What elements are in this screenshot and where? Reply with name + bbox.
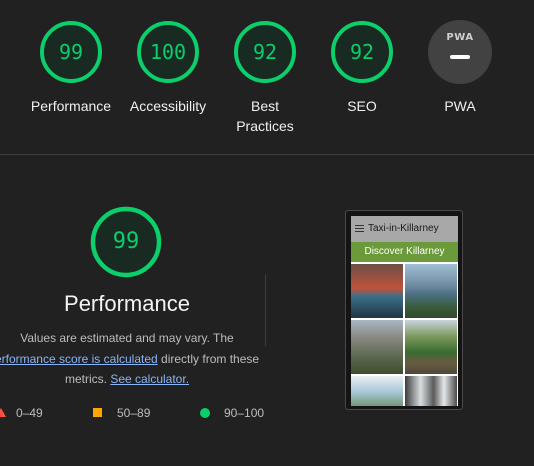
circle-icon — [200, 408, 210, 418]
pwa-dash — [450, 55, 470, 59]
legend-range: 0–49 — [16, 406, 43, 420]
final-screenshot[interactable]: Taxi-in-Killarney Discover Killarney — [345, 210, 463, 410]
gauge-label-line1: Best — [250, 98, 279, 114]
photo-tile — [351, 320, 403, 374]
section-divider — [0, 154, 534, 155]
legend-range: 90–100 — [224, 406, 265, 420]
lighthouse-report: 99 Performance 100 Accessibility 92 Best… — [0, 0, 534, 466]
performance-description: Values are estimated and may vary. The e… — [0, 328, 266, 390]
description-text: directly from these — [157, 351, 260, 366]
site-header: Taxi-in-Killarney — [351, 216, 458, 242]
photo-tile — [405, 376, 457, 406]
triangle-icon — [0, 408, 6, 417]
gauge-label: PWA — [444, 98, 476, 114]
photo-tile — [405, 320, 457, 374]
gauge-label: SEO — [347, 98, 377, 114]
score-value: 100 — [149, 40, 187, 64]
score-ring: 92 — [330, 20, 394, 84]
score-ring: 92 — [233, 20, 297, 84]
site-title: Taxi-in-Killarney — [368, 223, 439, 234]
pwa-badge-icon: PWA — [428, 20, 492, 84]
score-value: 92 — [252, 40, 278, 64]
description-text: metrics. — [64, 372, 111, 386]
photo-tile — [351, 376, 403, 406]
description-line: erformance score is calculated directly … — [0, 349, 266, 370]
performance-title: Performance — [64, 291, 190, 316]
gauge-label: Performance — [30, 98, 112, 114]
legend-range: 50–89 — [117, 406, 151, 420]
performance-score-gauge: 99 — [90, 206, 162, 278]
score-calculation-link[interactable]: erformance score is calculated — [0, 352, 158, 366]
see-calculator-link[interactable]: See calculator. — [110, 372, 189, 386]
menu-icon — [355, 225, 364, 234]
score-ring: 99 — [39, 20, 103, 84]
photo-tile — [351, 264, 403, 318]
description-line: metrics. See calculator. — [0, 369, 266, 390]
pwa-badge-text: PWA — [446, 32, 474, 43]
gauge-label: Accessibility — [129, 98, 207, 114]
score-ring: 100 — [136, 20, 200, 84]
score-value: 99 — [58, 40, 84, 64]
square-icon — [93, 408, 102, 417]
gauge-label-line2: Practices — [236, 118, 294, 134]
vertical-divider — [265, 274, 266, 346]
phone-screen: Taxi-in-Killarney Discover Killarney — [351, 216, 458, 406]
description-line: Values are estimated and may vary. The — [20, 331, 234, 345]
site-banner: Discover Killarney — [351, 242, 458, 262]
score-value: 92 — [349, 40, 375, 64]
photo-tile — [405, 264, 457, 318]
performance-score-value: 99 — [112, 229, 140, 254]
gauge-label: Best Practices — [215, 96, 315, 136]
